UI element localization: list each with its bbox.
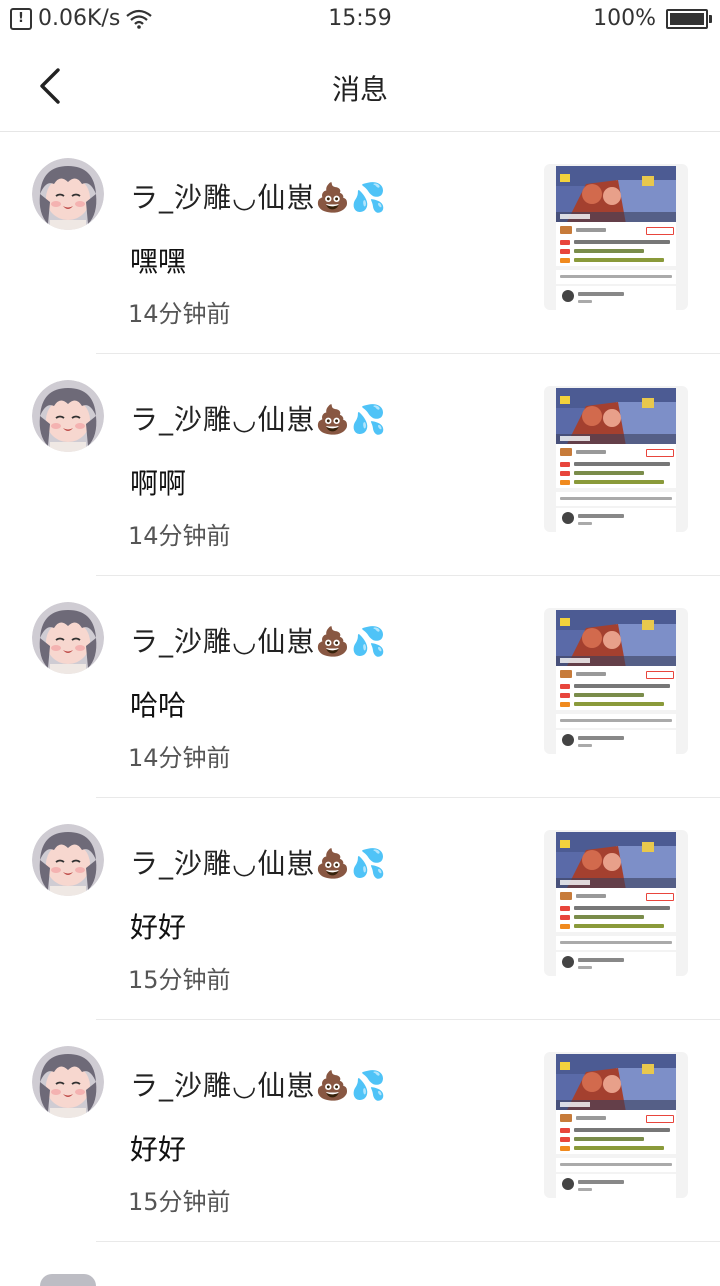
message-item[interactable]: ラ_沙雕◡仙崽💩💦 好好 15分钟前	[0, 1020, 720, 1242]
avatar[interactable]	[32, 158, 104, 230]
post-thumbnail[interactable]	[544, 608, 688, 754]
sender-name: ラ_沙雕◡仙崽💩💦	[130, 403, 388, 436]
sender-name: ラ_沙雕◡仙崽💩💦	[130, 625, 388, 658]
message-item[interactable]: ラ_沙雕◡仙崽💩💦 好好 15分钟前	[0, 798, 720, 1020]
avatar[interactable]	[32, 1046, 104, 1118]
message-text: 好好	[130, 911, 187, 944]
battery-icon	[666, 8, 712, 29]
sender-name: ラ_沙雕◡仙崽💩💦	[130, 1069, 388, 1102]
post-thumbnail[interactable]	[544, 164, 688, 310]
message-text: 好好	[130, 1133, 187, 1166]
page-title: 消息	[331, 73, 388, 106]
avatar[interactable]	[32, 602, 104, 674]
nav-bar: 消息	[0, 40, 720, 132]
divider	[96, 1241, 720, 1242]
next-item-avatar-partial	[40, 1274, 96, 1286]
post-thumbnail[interactable]	[544, 386, 688, 532]
message-time: 14分钟前	[128, 522, 231, 550]
message-item[interactable]: ラ_沙雕◡仙崽💩💦 嘿嘿 14分钟前	[0, 132, 720, 354]
message-text: 嘿嘿	[130, 245, 187, 278]
message-time: 14分钟前	[128, 300, 231, 328]
message-text: 哈哈	[130, 689, 187, 722]
post-thumbnail[interactable]	[544, 1052, 688, 1198]
message-text: 啊啊	[130, 467, 187, 500]
message-time: 15分钟前	[128, 966, 231, 994]
status-right: 100%	[593, 6, 712, 31]
message-time: 14分钟前	[128, 744, 231, 772]
message-time: 15分钟前	[128, 1188, 231, 1216]
battery-percent: 100%	[593, 6, 656, 31]
message-item[interactable]: ラ_沙雕◡仙崽💩💦 哈哈 14分钟前	[0, 576, 720, 798]
message-item[interactable]: ラ_沙雕◡仙崽💩💦 啊啊 14分钟前	[0, 354, 720, 576]
avatar[interactable]	[32, 824, 104, 896]
sender-name: ラ_沙雕◡仙崽💩💦	[130, 181, 388, 214]
avatar[interactable]	[32, 380, 104, 452]
sender-name: ラ_沙雕◡仙崽💩💦	[130, 847, 388, 880]
message-list: ラ_沙雕◡仙崽💩💦 嘿嘿 14分钟前 ラ_沙雕◡仙崽💩💦 啊啊 14分钟前 ラ_…	[0, 132, 720, 1242]
status-bar: ! 0.06K/s 15:59 100%	[0, 0, 720, 40]
post-thumbnail[interactable]	[544, 830, 688, 976]
